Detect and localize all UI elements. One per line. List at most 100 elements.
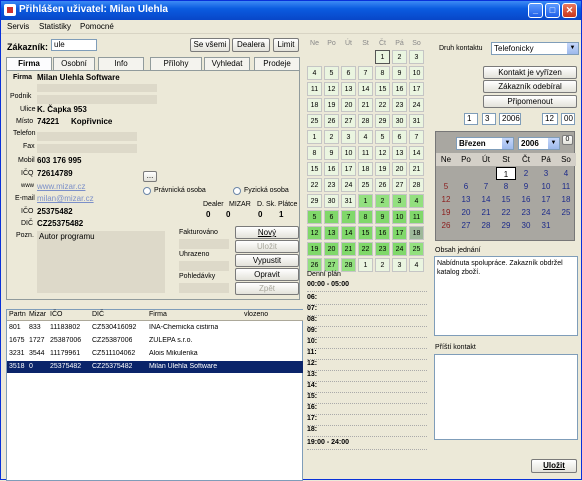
minimize-button[interactable]: _ bbox=[528, 3, 543, 18]
calendar-day[interactable]: 13 bbox=[324, 226, 339, 240]
calendar-day[interactable]: 9 bbox=[375, 210, 390, 224]
contact-type-select[interactable]: Telefonicky ▼ bbox=[491, 42, 579, 55]
col-partn[interactable]: Partn bbox=[9, 311, 26, 318]
plan-hour-row[interactable]: 14: bbox=[307, 382, 427, 393]
calendar-day[interactable]: 6 bbox=[324, 210, 339, 224]
close-button[interactable]: ✕ bbox=[562, 3, 577, 18]
plan-hour-row[interactable]: 08: bbox=[307, 316, 427, 327]
plan-hour-row[interactable]: 10: bbox=[307, 338, 427, 349]
calendar-day[interactable]: 21 bbox=[409, 162, 424, 176]
menu-statistiky[interactable]: Statistiky bbox=[39, 22, 71, 31]
minical-day[interactable]: 31 bbox=[536, 219, 556, 232]
calendar-day[interactable]: 22 bbox=[358, 242, 373, 256]
calendar-day[interactable]: 24 bbox=[409, 98, 424, 112]
plan-start-row[interactable]: 00:00 - 05:00 bbox=[307, 281, 427, 292]
col-vlozeno[interactable]: vlozeno bbox=[244, 311, 268, 318]
calendar-day[interactable]: 31 bbox=[341, 194, 356, 208]
save-button[interactable]: Uložit bbox=[235, 240, 299, 253]
minical-day[interactable]: 13 bbox=[456, 193, 476, 206]
minical-day[interactable]: 6 bbox=[456, 180, 476, 193]
calendar-day[interactable]: 5 bbox=[324, 66, 339, 80]
calendar-day[interactable]: 9 bbox=[392, 66, 407, 80]
calendar-day[interactable]: 30 bbox=[324, 194, 339, 208]
plan-hour-row[interactable]: 06: bbox=[307, 294, 427, 305]
calendar-day[interactable]: 27 bbox=[341, 114, 356, 128]
calendar-day[interactable]: 27 bbox=[392, 178, 407, 192]
tab-osobni[interactable]: Osobní bbox=[53, 57, 95, 70]
minical-day[interactable]: 3 bbox=[536, 167, 556, 180]
plan-hour-row[interactable]: 07: bbox=[307, 305, 427, 316]
calendar-day[interactable]: 17 bbox=[409, 82, 424, 96]
calendar-day[interactable]: 18 bbox=[409, 226, 424, 240]
calendar-day[interactable]: 1 bbox=[358, 258, 373, 272]
calendar-day[interactable]: 1 bbox=[307, 130, 322, 144]
minical-day[interactable]: 4 bbox=[556, 167, 576, 180]
minical-day[interactable]: 15 bbox=[496, 193, 516, 206]
www-link[interactable]: www.mizar.cz bbox=[37, 182, 85, 191]
calendar-day[interactable]: 15 bbox=[375, 82, 390, 96]
table-row[interactable]: 1675 1727 25387006 CZ25387006 ZULEPA s.r.o. bbox=[7, 335, 303, 347]
calendar-day[interactable]: 8 bbox=[307, 146, 322, 160]
customer-table[interactable]: Partn Mizar IČO DIČ Firma vlozeno 801 833… bbox=[6, 309, 303, 481]
calendar-day[interactable]: 30 bbox=[392, 114, 407, 128]
calendar-day[interactable]: 22 bbox=[307, 178, 322, 192]
minical-day[interactable]: 28 bbox=[476, 219, 496, 232]
tab-vyhledat[interactable]: Vyhledat bbox=[204, 57, 250, 70]
calendar-day[interactable]: 4 bbox=[358, 130, 373, 144]
calendar-day[interactable]: 27 bbox=[324, 258, 339, 272]
plan-hour-row[interactable]: 17: bbox=[307, 415, 427, 426]
calendar-day[interactable]: 20 bbox=[392, 162, 407, 176]
calendar-day[interactable]: 4 bbox=[409, 194, 424, 208]
calendar-day[interactable]: 19 bbox=[375, 162, 390, 176]
minical-day[interactable]: 9 bbox=[516, 180, 536, 193]
plan-hour-row[interactable]: 12: bbox=[307, 360, 427, 371]
calendar-day[interactable]: 28 bbox=[358, 114, 373, 128]
calendar-day[interactable]: 13 bbox=[392, 146, 407, 160]
calendar-day[interactable]: 19 bbox=[307, 242, 322, 256]
plan-hour-row[interactable]: 16: bbox=[307, 404, 427, 415]
more-button[interactable]: ... bbox=[143, 171, 157, 182]
minical-day[interactable]: 16 bbox=[516, 193, 536, 206]
calendar-day[interactable]: 23 bbox=[324, 178, 339, 192]
fyzicka-radio[interactable] bbox=[233, 187, 241, 195]
table-row[interactable]: 801 833 11183802 CZ530416092 INA-Chemicka ci… bbox=[7, 322, 303, 334]
calendar-day[interactable]: 5 bbox=[375, 130, 390, 144]
plan-hour-row[interactable]: 09: bbox=[307, 327, 427, 338]
calendar-day[interactable]: 15 bbox=[307, 162, 322, 176]
ico-value[interactable]: 72614789 bbox=[37, 169, 73, 178]
calendar-day[interactable]: 31 bbox=[409, 114, 424, 128]
calendar-day[interactable]: 21 bbox=[341, 242, 356, 256]
today-button[interactable]: 0 bbox=[562, 135, 573, 145]
calendar-day[interactable]: 16 bbox=[324, 162, 339, 176]
fax-field[interactable] bbox=[37, 144, 137, 153]
calendar-day[interactable]: 26 bbox=[375, 178, 390, 192]
plan-hour-row[interactable]: 15: bbox=[307, 393, 427, 404]
minical-day[interactable]: 12 bbox=[436, 193, 456, 206]
calendar-day[interactable]: 10 bbox=[392, 210, 407, 224]
ulice-value[interactable]: K. Čapka 953 bbox=[37, 105, 87, 114]
calendar-day[interactable]: 7 bbox=[358, 66, 373, 80]
psc-value[interactable]: 74221 bbox=[37, 117, 59, 126]
limit-button[interactable]: Limit bbox=[273, 38, 299, 52]
delete-button[interactable]: Vypustit bbox=[235, 254, 299, 267]
calendar-day[interactable]: 4 bbox=[307, 66, 322, 80]
calendar-day[interactable]: 1 bbox=[358, 194, 373, 208]
dic-value[interactable]: CZ25375482 bbox=[37, 219, 83, 228]
menu-pomocne[interactable]: Pomocné bbox=[80, 22, 114, 31]
calendar-day[interactable]: 25 bbox=[307, 114, 322, 128]
calendar-day[interactable]: 28 bbox=[341, 258, 356, 272]
ic-value[interactable]: 25375482 bbox=[37, 207, 73, 216]
next-contact-textarea[interactable] bbox=[434, 354, 578, 440]
meeting-content-textarea[interactable]: Nabídnuta spolupráce. Zakazník obdržel k… bbox=[434, 256, 578, 336]
edit-button[interactable]: Opravit bbox=[235, 268, 299, 281]
minical-day[interactable]: 30 bbox=[516, 219, 536, 232]
calendar-day[interactable]: 11 bbox=[409, 210, 424, 224]
maximize-button[interactable]: □ bbox=[545, 3, 560, 18]
calendar-day[interactable]: 18 bbox=[358, 162, 373, 176]
calendar-day[interactable]: 12 bbox=[307, 226, 322, 240]
minical-day[interactable]: 1 bbox=[496, 167, 516, 180]
plan-hour-row[interactable]: 11: bbox=[307, 349, 427, 360]
misto-value[interactable]: Kopřivnice bbox=[71, 117, 112, 126]
purchased-button[interactable]: Zákazník odebíral bbox=[483, 80, 577, 93]
minical-day[interactable]: 11 bbox=[556, 180, 576, 193]
